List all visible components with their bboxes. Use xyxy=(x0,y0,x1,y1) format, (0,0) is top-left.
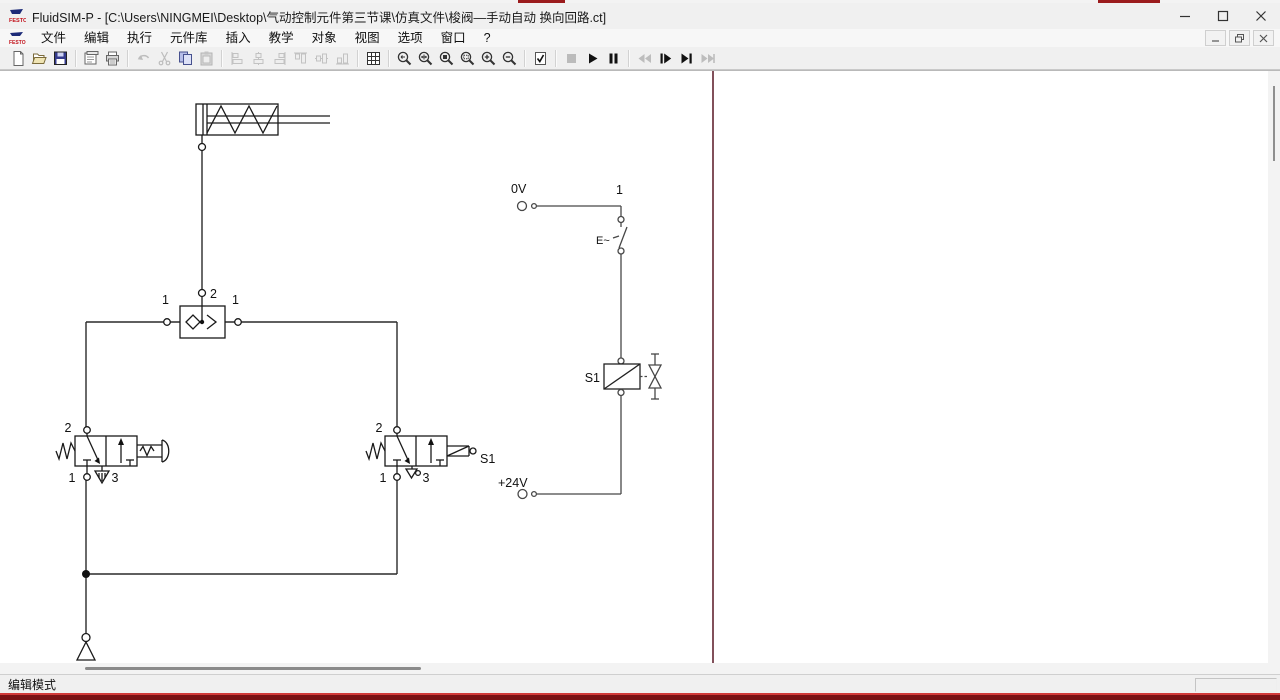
branch-label: 1 xyxy=(616,183,623,197)
menubar: FESTO 文件 编辑 执行 元件库 插入 教学 对象 视图 选项 窗口 ? xyxy=(0,29,1280,48)
status-mode-text: 编辑模式 xyxy=(8,678,57,692)
shuttle-port-label: 1 xyxy=(162,293,169,307)
video-progress-bar xyxy=(0,693,1280,700)
statusbar-panel xyxy=(1195,678,1277,692)
align-top-button xyxy=(290,48,311,68)
toolbar-separator xyxy=(628,49,630,67)
save-button[interactable] xyxy=(50,48,71,68)
close-button[interactable] xyxy=(1242,3,1280,29)
fluidsim-window: FESTO FluidSIM-P - [C:\Users\NINGMEI\Des… xyxy=(0,0,1280,700)
align-center-button xyxy=(248,48,269,68)
circuit-drawing: 2 1 1 2 1 3 2 1 3 S1 0V 1 E~ S1 +24V xyxy=(55,103,663,661)
menu-didactics[interactable]: 教学 xyxy=(260,29,303,47)
menu-help[interactable]: ? xyxy=(475,29,500,47)
svg-text:FESTO: FESTO xyxy=(9,40,26,45)
window-controls xyxy=(1166,3,1280,29)
menu-insert[interactable]: 插入 xyxy=(217,29,260,47)
menu-view[interactable]: 视图 xyxy=(346,29,389,47)
pneumatic-wires[interactable] xyxy=(85,150,398,634)
toolbar-separator xyxy=(555,49,557,67)
svg-text:FESTO: FESTO xyxy=(9,18,26,24)
titlebar: FESTO FluidSIM-P - [C:\Users\NINGMEI\Des… xyxy=(0,3,1280,30)
stop-button xyxy=(561,48,582,68)
toolbar xyxy=(0,47,1280,70)
wire-junction[interactable] xyxy=(82,570,90,578)
valve-port-label: 3 xyxy=(423,471,430,485)
cylinder-single-acting[interactable] xyxy=(195,103,330,152)
copy-button[interactable] xyxy=(175,48,196,68)
valve-port-label: 1 xyxy=(380,471,387,485)
minimize-button[interactable] xyxy=(1166,3,1204,29)
align-right-button xyxy=(269,48,290,68)
shuttle-port-label: 2 xyxy=(210,287,217,301)
check-circuit-button[interactable] xyxy=(530,48,551,68)
fast-forward-button xyxy=(697,48,718,68)
menu-execute[interactable]: 执行 xyxy=(118,29,161,47)
coil-tag-label: S1 xyxy=(585,371,600,385)
menu-options[interactable]: 选项 xyxy=(389,29,432,47)
zoom-rect-button[interactable] xyxy=(457,48,478,68)
mdi-window-controls xyxy=(1205,30,1274,46)
mdi-minimize-button[interactable] xyxy=(1205,30,1226,46)
page-preview-button[interactable] xyxy=(81,48,102,68)
zoom-page-button[interactable] xyxy=(436,48,457,68)
circuit-canvas[interactable]: 2 1 1 2 1 3 2 1 3 S1 0V 1 E~ S1 +24V xyxy=(0,70,1280,669)
play-button[interactable] xyxy=(582,48,603,68)
statusbar: 编辑模式 xyxy=(0,674,1280,694)
zoom-previous-button[interactable] xyxy=(394,48,415,68)
align-bottom-button xyxy=(332,48,353,68)
undo-button xyxy=(133,48,154,68)
vertical-scrollbar-thumb[interactable] xyxy=(1273,86,1275,161)
toolbar-separator xyxy=(524,49,526,67)
switch-tag-label: E~ xyxy=(596,235,610,247)
align-left-button xyxy=(227,48,248,68)
mdi-restore-button[interactable] xyxy=(1229,30,1250,46)
shuttle-port-label: 1 xyxy=(232,293,239,307)
rewind-button xyxy=(634,48,655,68)
valve-port-label: 3 xyxy=(112,471,119,485)
festo-logo-icon: FESTO xyxy=(8,31,26,45)
step-forward-button[interactable] xyxy=(655,48,676,68)
horizontal-scrollbar[interactable] xyxy=(0,663,1280,674)
horizontal-scrollbar-thumb[interactable] xyxy=(85,667,421,670)
open-button[interactable] xyxy=(29,48,50,68)
pause-button[interactable] xyxy=(603,48,624,68)
menu-library[interactable]: 元件库 xyxy=(161,29,217,47)
rail-label-24v: +24V xyxy=(498,476,528,490)
print-button[interactable] xyxy=(102,48,123,68)
toolbar-separator xyxy=(357,49,359,67)
valve-port-label: 1 xyxy=(69,471,76,485)
toolbar-separator xyxy=(388,49,390,67)
festo-logo-icon: FESTO xyxy=(8,8,26,24)
window-title: FluidSIM-P - [C:\Users\NINGMEI\Desktop\气… xyxy=(32,10,607,25)
valve-tag-label: S1 xyxy=(480,452,495,466)
menu-window[interactable]: 窗口 xyxy=(432,29,475,47)
menu-edit[interactable]: 编辑 xyxy=(75,29,118,47)
grid-button[interactable] xyxy=(363,48,384,68)
toolbar-separator xyxy=(127,49,129,67)
zoom-fit-button[interactable] xyxy=(415,48,436,68)
toolbar-separator xyxy=(221,49,223,67)
air-source[interactable] xyxy=(75,632,97,661)
menu-object[interactable]: 对象 xyxy=(303,29,346,47)
align-middle-button xyxy=(311,48,332,68)
play-to-end-button[interactable] xyxy=(676,48,697,68)
paste-button xyxy=(196,48,217,68)
electrical-circuit[interactable] xyxy=(516,200,663,500)
valve-port-label: 2 xyxy=(65,421,72,435)
maximize-button[interactable] xyxy=(1204,3,1242,29)
zoom-out-button[interactable] xyxy=(499,48,520,68)
page-border-line xyxy=(712,71,714,669)
valve-port-label: 2 xyxy=(376,421,383,435)
rail-label-0v: 0V xyxy=(511,182,527,196)
toolbar-separator xyxy=(75,49,77,67)
shuttle-valve[interactable] xyxy=(163,288,242,339)
new-button[interactable] xyxy=(8,48,29,68)
mdi-close-button[interactable] xyxy=(1253,30,1274,46)
cut-button xyxy=(154,48,175,68)
vertical-scrollbar[interactable] xyxy=(1268,71,1280,664)
zoom-in-button[interactable] xyxy=(478,48,499,68)
menu-file[interactable]: 文件 xyxy=(32,29,75,47)
